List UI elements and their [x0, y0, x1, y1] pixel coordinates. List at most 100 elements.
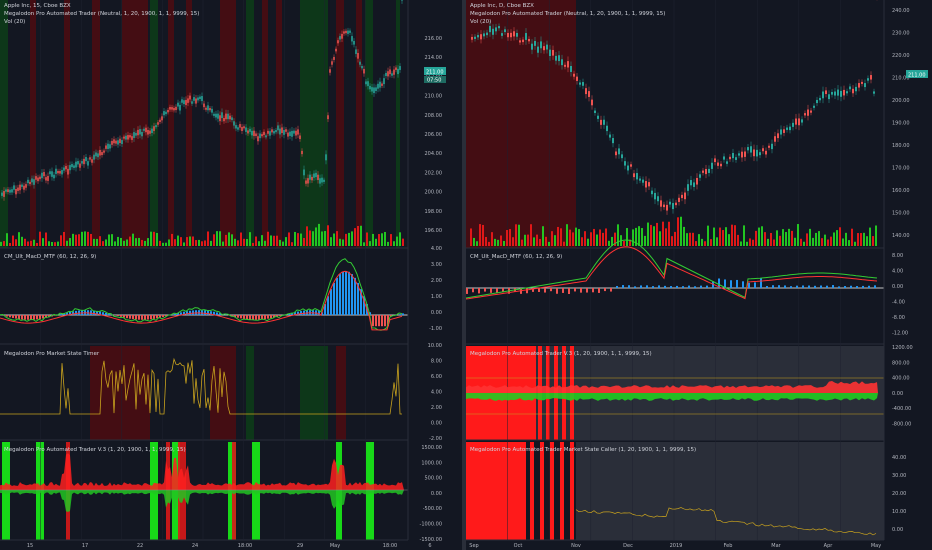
right-macd-tick: -4.00: [892, 300, 905, 306]
macd-histogram-bar: [646, 285, 648, 288]
volume-bar: [767, 238, 769, 246]
signal-band: [246, 0, 254, 248]
volume-bar: [6, 233, 8, 246]
volume-bar: [548, 241, 550, 246]
candle-body: [159, 119, 161, 122]
candle-body: [35, 176, 37, 180]
volume-bar: [560, 228, 562, 246]
right-chart-panel[interactable]: 240.00 230.00 220.00 210.00 200.00 190.00 180.…: [466, 0, 932, 550]
right-price-tick: 180.00: [892, 143, 910, 149]
macd-histogram-bar: [676, 285, 678, 288]
macd-histogram-bar: [556, 288, 558, 294]
right-trader-tick: 0.00: [892, 391, 903, 397]
candle-body: [687, 184, 689, 191]
macd-histogram-bar: [652, 286, 654, 288]
right-time-tick: May: [871, 543, 881, 549]
signal-band: [530, 442, 534, 540]
candle-body: [540, 41, 542, 49]
signal-band: [550, 442, 554, 540]
candle-body: [525, 33, 527, 40]
macd-histogram-bar: [658, 285, 660, 288]
candle-body: [702, 170, 704, 173]
macd-histogram-bar: [622, 285, 624, 288]
candle-body: [777, 133, 779, 139]
volume-bar: [270, 235, 272, 246]
candle-body: [5, 189, 7, 192]
candle-body: [317, 174, 319, 180]
candle-body: [339, 36, 341, 40]
right-trader-label[interactable]: Megalodon Pro Automated Trader V.3 (1, 2…: [470, 351, 652, 357]
right-chart-canvas[interactable]: 240.00230.00220.00210.00200.00190.00180.…: [466, 0, 932, 550]
candle-body: [105, 145, 107, 149]
volume-bar: [575, 227, 577, 246]
candle-body: [522, 39, 524, 43]
volume-bar: [39, 231, 41, 246]
right-price-tag: 211.00: [906, 70, 928, 79]
macd-histogram-bar: [336, 277, 338, 315]
macd-histogram-bar: [138, 315, 140, 320]
candle-body: [371, 87, 373, 92]
signal-band: [466, 0, 576, 248]
volume-bar: [12, 235, 14, 246]
left-chart-panel[interactable]: 216.00214.00212.00210.00208.00206.00204.…: [0, 0, 462, 550]
trader-negative-area: [466, 393, 878, 401]
volume-bar: [378, 234, 380, 246]
right-vol-label[interactable]: Vol (20): [470, 19, 491, 25]
right-trader-tick: -800.00: [892, 422, 911, 428]
candle-body: [834, 91, 836, 96]
volume-bar: [141, 239, 143, 246]
left-vol-label[interactable]: Vol (20): [4, 19, 25, 25]
macd-histogram-bar: [484, 288, 486, 292]
volume-bar: [569, 229, 571, 246]
candle-body: [621, 154, 623, 159]
candle-body: [145, 127, 147, 133]
right-macd-label[interactable]: CM_Ult_MacD_MTF (60, 12, 26, 9): [470, 254, 562, 260]
left-price-tag-time: 07:50: [427, 78, 441, 84]
candle-body: [858, 83, 860, 88]
candle-body: [303, 169, 305, 176]
volume-bar: [219, 231, 221, 246]
candle-body: [87, 161, 89, 166]
left-macd-label[interactable]: CM_Ult_MacD_MTF (60, 12, 26, 9): [4, 254, 96, 260]
right-time-tick: Nov: [571, 543, 581, 549]
volume-bar: [533, 237, 535, 246]
left-chart-canvas[interactable]: 216.00214.00212.00210.00208.00206.00204.…: [0, 0, 462, 550]
left-indicator-line[interactable]: Megalodon Pro Automated Trader (Neutral,…: [4, 11, 199, 17]
volume-bar: [135, 238, 137, 246]
candle-body: [873, 91, 875, 94]
candle-body: [355, 49, 357, 54]
candle-body: [261, 134, 263, 137]
volume-bar: [776, 230, 778, 246]
candle-body: [393, 69, 395, 75]
volume-bar: [716, 237, 718, 246]
left-timer-label[interactable]: Megalodon Pro Market State Timer: [4, 351, 100, 357]
volume-bar: [249, 232, 251, 246]
candle-body: [257, 136, 259, 142]
volume-bar: [9, 242, 11, 246]
right-caller-label[interactable]: Megalodon Pro Automated Trader Market St…: [470, 447, 696, 453]
volume-bar: [872, 236, 874, 246]
left-trader-label[interactable]: Megalodon Pro Automated Trader V.3 (1, 2…: [4, 447, 186, 453]
candle-body: [714, 158, 716, 163]
signal-band: [92, 0, 100, 248]
candle-body: [657, 196, 659, 202]
macd-histogram-bar: [616, 285, 618, 288]
candle-body: [89, 157, 91, 160]
volume-bar: [827, 239, 829, 246]
candle-body: [215, 113, 217, 118]
volume-bar: [608, 240, 610, 246]
macd-histogram-bar: [39, 315, 41, 319]
left-price-tick: 206.00: [425, 132, 443, 138]
volume-bar: [755, 230, 757, 246]
volume-bar: [536, 234, 538, 246]
volume-bar: [554, 235, 556, 246]
candle-body: [45, 177, 47, 181]
candle-body: [161, 116, 163, 121]
candle-body: [552, 49, 554, 56]
candle-body: [813, 105, 815, 108]
macd-histogram-bar: [580, 288, 582, 293]
volume-bar: [764, 232, 766, 246]
right-indicator-line[interactable]: Megalodon Pro Automated Trader (Neutral,…: [470, 11, 665, 17]
candle-body: [385, 72, 387, 77]
left-trader-tick: 1000.00: [421, 460, 442, 466]
